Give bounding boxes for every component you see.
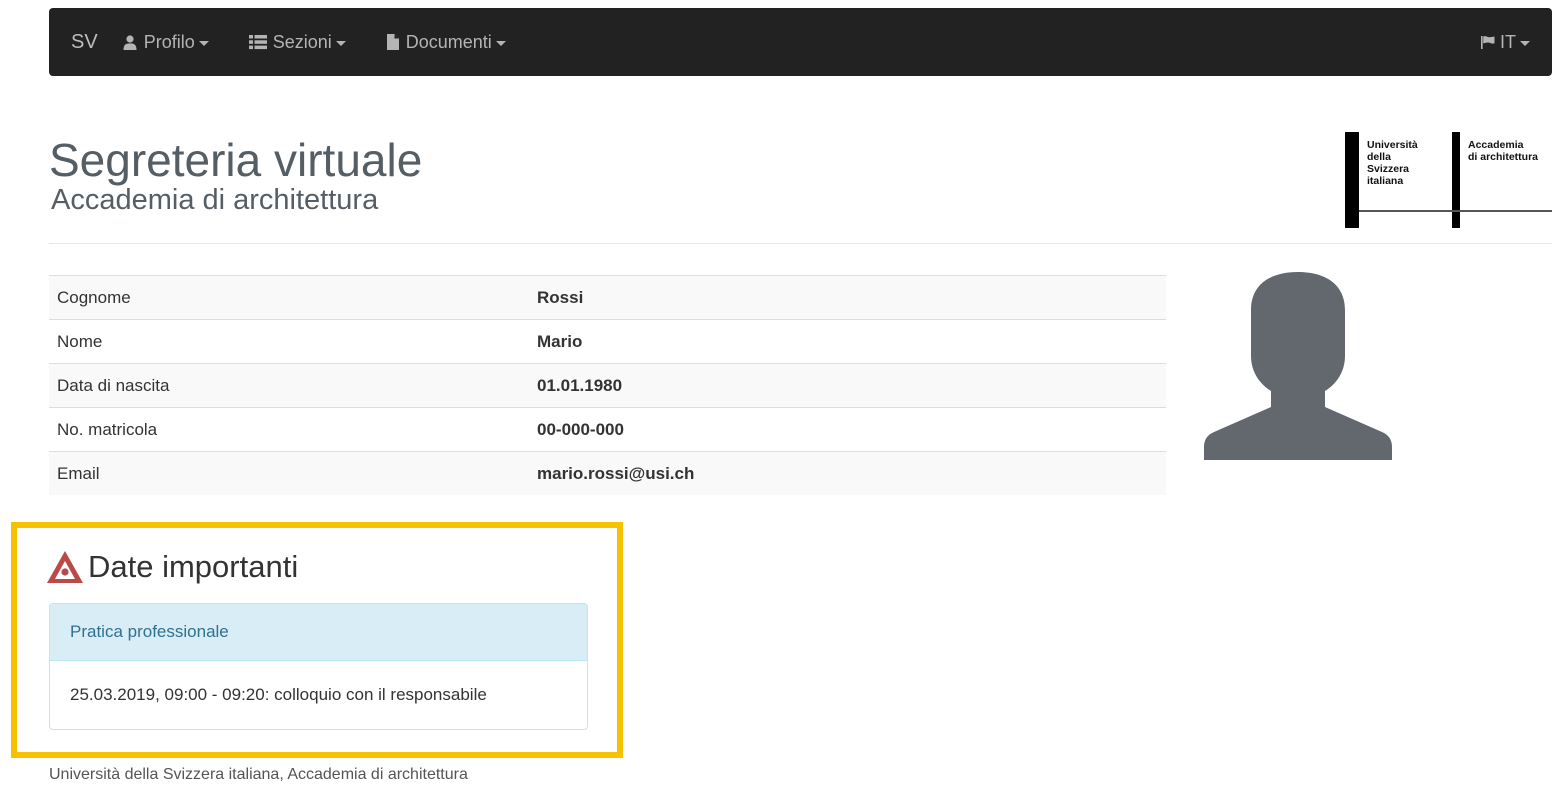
table-row: Cognome Rossi	[49, 275, 1166, 320]
logo-text-line: italiana	[1367, 175, 1403, 187]
list-icon	[248, 34, 267, 50]
document-icon	[386, 34, 400, 50]
chevron-down-icon	[495, 40, 506, 46]
chevron-down-icon	[1520, 40, 1530, 46]
logo-text-line: di architettura	[1468, 151, 1538, 163]
chevron-down-icon	[198, 40, 209, 46]
language-menu[interactable]: IT	[1480, 8, 1530, 76]
warning-icon	[46, 550, 84, 584]
row-value: Rossi	[529, 275, 1166, 320]
panel-body: 25.03.2019, 09:00 - 09:20: colloquio con…	[70, 685, 487, 704]
row-label: Nome	[49, 319, 529, 364]
nav-menu-sezioni-label: Sezioni	[272, 31, 332, 52]
nav-menu-documenti-label: Documenti	[405, 31, 492, 52]
table-row: Email mario.rossi@usi.ch	[49, 451, 1166, 495]
nav-menu-sezioni[interactable]: Sezioni	[248, 31, 346, 53]
row-value: 01.01.1980	[529, 363, 1166, 408]
page-title: Segreteria virtuale	[49, 134, 423, 186]
flag-icon	[1480, 34, 1496, 50]
header-divider	[49, 243, 1552, 244]
top-navbar: SV Profilo Sezioni Documenti IT	[49, 8, 1552, 76]
nav-menu-documenti[interactable]: Documenti	[386, 32, 506, 53]
nav-menu-profilo[interactable]: Profilo	[122, 32, 209, 53]
navbar-brand[interactable]: SV	[71, 31, 98, 54]
logo-text-line: della	[1367, 151, 1391, 163]
row-label: No. matricola	[49, 407, 529, 452]
chevron-down-icon	[335, 40, 346, 46]
important-dates-header: Date importanti	[46, 549, 298, 585]
table-row: Data di nascita 01.01.1980	[49, 363, 1166, 408]
nav-menu-profilo-label: Profilo	[143, 31, 195, 52]
section-title: Date importanti	[88, 549, 299, 584]
row-value: mario.rossi@usi.ch	[529, 451, 1166, 495]
language-label: IT	[1500, 31, 1516, 52]
table-row: No. matricola 00-000-000	[49, 407, 1166, 452]
panel-heading: Pratica professionale	[50, 604, 587, 661]
row-label: Email	[49, 451, 529, 495]
profile-table: Cognome Rossi Nome Mario Data di nascita…	[49, 275, 1166, 495]
user-icon	[122, 34, 138, 50]
logo-text-line: Svizzera	[1367, 163, 1409, 175]
table-row: Nome Mario	[49, 319, 1166, 364]
row-value: 00-000-000	[529, 407, 1166, 452]
footer-text: Università della Svizzera italiana, Acca…	[49, 766, 468, 783]
page-subtitle: Accademia di architettura	[51, 184, 379, 216]
logo-text-line: Accademia	[1468, 139, 1524, 151]
logo-text-line: Università	[1367, 139, 1418, 151]
user-silhouette-icon	[1204, 272, 1392, 460]
row-value: Mario	[529, 319, 1166, 364]
info-panel: Pratica professionale 25.03.2019, 09:00 …	[49, 603, 588, 730]
row-label: Cognome	[49, 275, 529, 320]
usi-logo: Università della Svizzera italiana Accad…	[1345, 132, 1552, 228]
row-label: Data di nascita	[49, 363, 529, 408]
